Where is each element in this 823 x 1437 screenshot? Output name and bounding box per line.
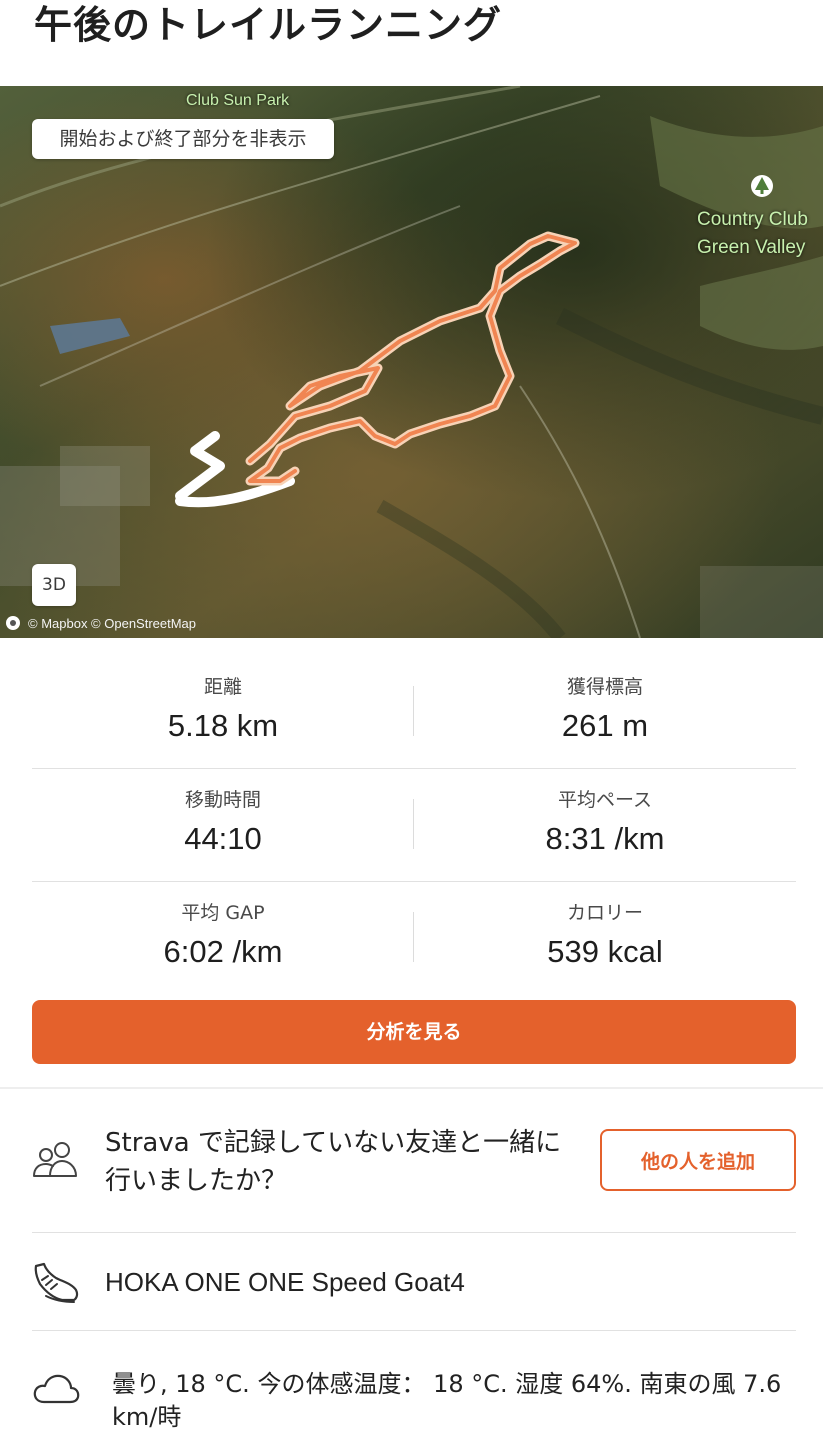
map-label-park: Club Sun Park xyxy=(186,92,290,109)
mapbox-logo-icon xyxy=(6,616,20,630)
map-attribution[interactable]: © Mapbox © OpenStreetMap xyxy=(6,613,196,633)
stat-label: 平均 GAP xyxy=(181,902,265,924)
stat-label: 獲得標高 xyxy=(566,676,643,698)
cloud-icon xyxy=(33,1374,80,1404)
stat-label: 移動時間 xyxy=(184,789,261,811)
stat-value: 8:31 /km xyxy=(545,821,665,856)
stats-row: 平均 GAP 6:02 /km カロリー 539 kcal xyxy=(32,882,796,994)
stat-calories: カロリー 539 kcal xyxy=(414,882,796,994)
shoe-icon xyxy=(34,1262,79,1303)
stat-value: 44:10 xyxy=(184,821,262,856)
stat-label: 平均ペース xyxy=(557,789,653,811)
people-icon xyxy=(33,1142,77,1177)
friends-prompt-text: Strava で記録していない友達と一緒に行いましたか？ xyxy=(105,1128,562,1196)
stat-divider xyxy=(413,799,414,849)
row-divider xyxy=(32,1232,796,1233)
stat-value: 6:02 /km xyxy=(163,934,283,969)
weather-row: 曇り, 18 °C. 今の体感温度： 18 °C. 湿度 64%. 南東の風 7… xyxy=(32,1332,796,1437)
stat-value: 5.18 km xyxy=(167,708,279,743)
view-3d-button[interactable]: 3D xyxy=(32,564,76,606)
stat-moving-time: 移動時間 44:10 xyxy=(32,769,414,881)
activity-page: 午後のトレイルランニング Club Sun Park Country Club … xyxy=(0,0,823,1437)
row-divider xyxy=(32,1330,796,1331)
add-friends-section: Strava で記録していない友達と一緒に行いましたか？ 他の人を追加 xyxy=(32,1110,796,1232)
hide-start-end-button[interactable]: 開始および終了部分を非表示 xyxy=(32,119,334,159)
stat-divider xyxy=(413,912,414,962)
stat-value: 539 kcal xyxy=(547,934,663,969)
stat-label: カロリー xyxy=(566,902,643,924)
map-label-club-line2: Green Valley xyxy=(697,237,806,258)
add-people-button[interactable]: 他の人を追加 xyxy=(600,1129,796,1191)
stats-grid: 距離 5.18 km 獲得標高 261 m 移動時間 44:10 平均ペース 8… xyxy=(32,656,796,994)
gear-row[interactable]: HOKA ONE ONE Speed Goat4 xyxy=(32,1234,796,1330)
stat-value: 261 m xyxy=(561,708,649,743)
stat-average-pace: 平均ペース 8:31 /km xyxy=(414,769,796,881)
stats-row: 距離 5.18 km 獲得標高 261 m xyxy=(32,656,796,769)
stat-label: 距離 xyxy=(203,676,242,698)
map-attribution-text: © Mapbox © OpenStreetMap xyxy=(28,615,197,631)
stats-row: 移動時間 44:10 平均ペース 8:31 /km xyxy=(32,769,796,882)
map-satellite-image xyxy=(0,86,823,638)
activity-map[interactable]: Club Sun Park Country Club Green Valley … xyxy=(0,86,823,638)
view-analysis-button[interactable]: 分析を見る xyxy=(32,1000,796,1064)
stat-elevation-gain: 獲得標高 261 m xyxy=(414,656,796,768)
stat-distance: 距離 5.18 km xyxy=(32,656,414,768)
shoe-name: HOKA ONE ONE Speed Goat4 xyxy=(105,1267,465,1297)
map-label-country-club: Country Club Green Valley xyxy=(697,206,808,262)
map-label-club-line1: Country Club xyxy=(697,209,808,230)
section-divider xyxy=(0,1087,823,1089)
stat-divider xyxy=(413,686,414,736)
stat-average-gap: 平均 GAP 6:02 /km xyxy=(32,882,414,994)
weather-text: 曇り, 18 °C. 今の体感温度： 18 °C. 湿度 64%. 南東の風 7… xyxy=(112,1370,782,1431)
page-title: 午後のトレイルランニング xyxy=(34,3,503,47)
